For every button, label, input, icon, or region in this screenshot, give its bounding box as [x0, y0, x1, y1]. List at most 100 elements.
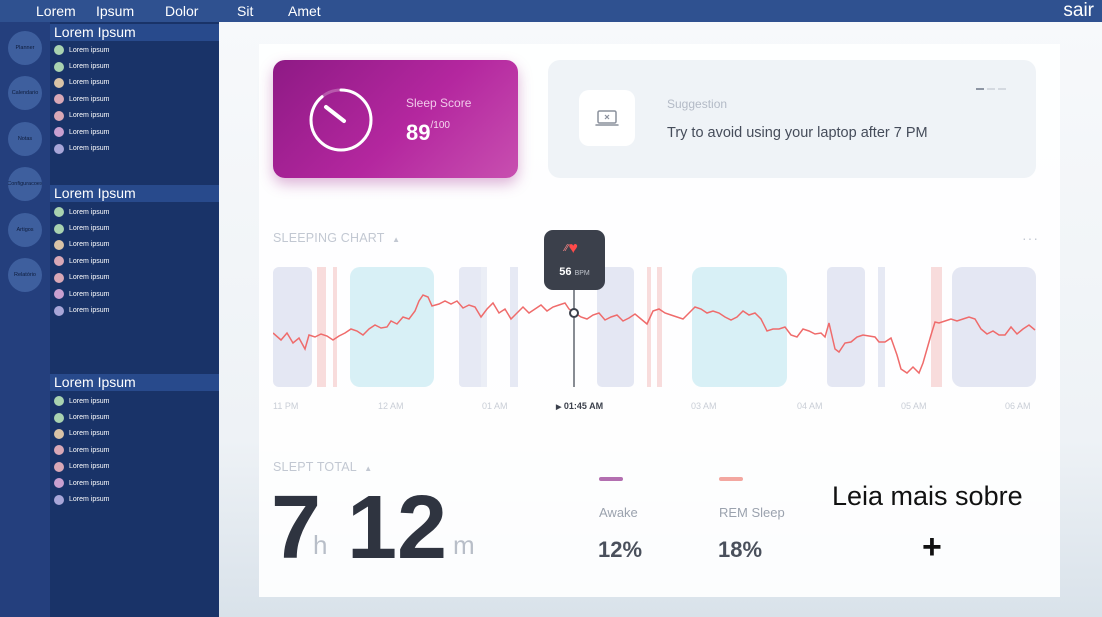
- list-item-label: Lorem ipsum: [69, 414, 110, 422]
- list-item-label: Lorem ipsum: [69, 257, 110, 265]
- list-item-dot: [54, 494, 64, 505]
- slept-total-title-text: SLEPT TOTAL: [273, 460, 357, 474]
- x-axis-label-active[interactable]: ▶ 01:45 AM: [556, 401, 603, 411]
- rail-button-planner[interactable]: Planner: [8, 31, 42, 65]
- nav-item-amet[interactable]: Amet: [288, 3, 321, 19]
- x-axis-label: 06 AM: [1005, 401, 1031, 411]
- section-list: Lorem ipsum Lorem ipsum Lorem ipsum Lorem i…: [54, 42, 109, 157]
- list-item-dot: [54, 478, 64, 489]
- awake-legend-swatch: [599, 477, 623, 481]
- nav-item-sit[interactable]: Sit: [237, 3, 253, 19]
- list-item-dot: [54, 256, 64, 267]
- suggestion-card: Suggestion Try to avoid using your lapto…: [548, 60, 1036, 178]
- list-item[interactable]: Lorem ipsum: [54, 393, 109, 409]
- sleep-score-value: 89/100: [406, 120, 450, 146]
- list-item-dot: [54, 110, 64, 121]
- list-item[interactable]: Lorem ipsum: [54, 204, 109, 220]
- list-item[interactable]: Lorem ipsum: [54, 426, 109, 442]
- bpm-value: 56 BPM: [544, 266, 605, 278]
- list-item-dot: [54, 239, 64, 250]
- list-item[interactable]: Lorem ipsum: [54, 91, 109, 107]
- list-item-label: Lorem ipsum: [69, 208, 110, 216]
- list-item[interactable]: Lorem ipsum: [54, 220, 109, 236]
- rail-button-calendario[interactable]: Calendario: [8, 76, 42, 110]
- list-item-label: Lorem ipsum: [69, 274, 110, 282]
- list-item-dot: [54, 61, 64, 72]
- slept-minutes-unit: m: [453, 530, 475, 560]
- list-item[interactable]: Lorem ipsum: [54, 140, 109, 156]
- list-item-label: Lorem ipsum: [69, 112, 110, 120]
- list-item[interactable]: Lorem ipsum: [54, 42, 109, 58]
- slept-minutes: 12: [347, 478, 448, 578]
- x-axis-label: 05 AM: [901, 401, 927, 411]
- list-item-dot: [54, 305, 64, 316]
- slept-total-title[interactable]: SLEPT TOTAL ▲: [273, 460, 372, 474]
- sleep-score-card: Sleep Score 89/100: [273, 60, 518, 178]
- pager-dot[interactable]: [987, 88, 995, 90]
- list-item-label: Lorem ipsum: [69, 63, 110, 71]
- list-item[interactable]: Lorem ipsum: [54, 409, 109, 425]
- list-item-label: Lorem ipsum: [69, 128, 110, 136]
- list-item-dot: [54, 223, 64, 234]
- list-item-label: Lorem ipsum: [69, 241, 110, 249]
- list-item-label: Lorem ipsum: [69, 479, 110, 487]
- rail-button-configuracoes[interactable]: Configuracoes: [8, 167, 42, 201]
- list-item[interactable]: Lorem ipsum: [54, 302, 109, 318]
- list-item[interactable]: Lorem ipsum: [54, 459, 109, 475]
- plus-icon[interactable]: +: [922, 528, 942, 567]
- x-axis-label: 03 AM: [691, 401, 717, 411]
- section-list: Lorem ipsum Lorem ipsum Lorem ipsum Lorem i…: [54, 393, 109, 508]
- list-item[interactable]: Lorem ipsum: [54, 108, 109, 124]
- rail-button-notas[interactable]: Notas: [8, 122, 42, 156]
- sleep-score-max: /100: [430, 120, 450, 131]
- list-item-label: Lorem ipsum: [69, 145, 110, 153]
- list-item-label: Lorem ipsum: [69, 46, 110, 54]
- rail-button-relatorio[interactable]: Relatório: [8, 258, 42, 292]
- rem-sleep-label: REM Sleep: [719, 505, 785, 520]
- list-item[interactable]: Lorem ipsum: [54, 442, 109, 458]
- suggestion-label: Suggestion: [667, 97, 728, 111]
- list-item[interactable]: Lorem ipsum: [54, 124, 109, 140]
- nav-item-lorem[interactable]: Lorem: [36, 3, 76, 19]
- icon-rail: Planner Calendario Notas Configuracoes A…: [0, 22, 50, 617]
- x-axis-label: 04 AM: [797, 401, 823, 411]
- list-item[interactable]: Lorem ipsum: [54, 270, 109, 286]
- list-item-dot: [54, 127, 64, 138]
- top-nav-bar: Lorem Ipsum Dolor Sit Amet sair: [0, 0, 1102, 22]
- list-item[interactable]: Lorem ipsum: [54, 237, 109, 253]
- pager-dot-active[interactable]: [976, 88, 984, 90]
- list-item-dot: [54, 396, 64, 407]
- awake-label: Awake: [599, 505, 638, 520]
- nav-item-ipsum[interactable]: Ipsum: [96, 3, 134, 19]
- list-item[interactable]: Lorem ipsum: [54, 475, 109, 491]
- rem-sleep-percent: 18%: [718, 537, 763, 562]
- list-item-label: Lorem ipsum: [69, 397, 110, 405]
- list-item[interactable]: Lorem ipsum: [54, 58, 109, 74]
- list-item-label: Lorem ipsum: [69, 290, 110, 298]
- list-item-label: Lorem ipsum: [69, 225, 110, 233]
- list-item-label: Lorem ipsum: [69, 79, 110, 87]
- sleep-score-number: 89: [406, 120, 431, 145]
- nav-item-dolor[interactable]: Dolor: [165, 3, 198, 19]
- list-item-label: Lorem ipsum: [69, 95, 110, 103]
- time-cursor-handle[interactable]: [569, 308, 579, 318]
- list-item[interactable]: Lorem ipsum: [54, 253, 109, 269]
- list-item[interactable]: Lorem ipsum: [54, 286, 109, 302]
- bpm-number: 56: [559, 266, 572, 278]
- section-title: Lorem Ipsum: [50, 185, 219, 202]
- sleep-score-label: Sleep Score: [406, 96, 472, 110]
- suggestion-pager[interactable]: [976, 88, 1006, 90]
- exit-link[interactable]: sair: [1063, 0, 1094, 22]
- list-item[interactable]: Lorem ipsum: [54, 491, 109, 507]
- list-item-label: Lorem ipsum: [69, 463, 110, 471]
- list-item-dot: [54, 94, 64, 105]
- rail-button-artigos[interactable]: Artigos: [8, 213, 42, 247]
- read-more-label: Leia mais sobre: [832, 481, 1023, 511]
- pager-dot[interactable]: [998, 88, 1006, 90]
- list-item[interactable]: Lorem ipsum: [54, 75, 109, 91]
- chevron-up-icon: ▲: [364, 464, 373, 473]
- sleeping-chart: [273, 267, 1036, 387]
- section-title: Lorem Ipsum: [50, 374, 219, 391]
- side-panel: Lorem Ipsum Lorem ipsum Lorem ipsum Lorem …: [50, 22, 219, 617]
- list-item-label: Lorem ipsum: [69, 430, 110, 438]
